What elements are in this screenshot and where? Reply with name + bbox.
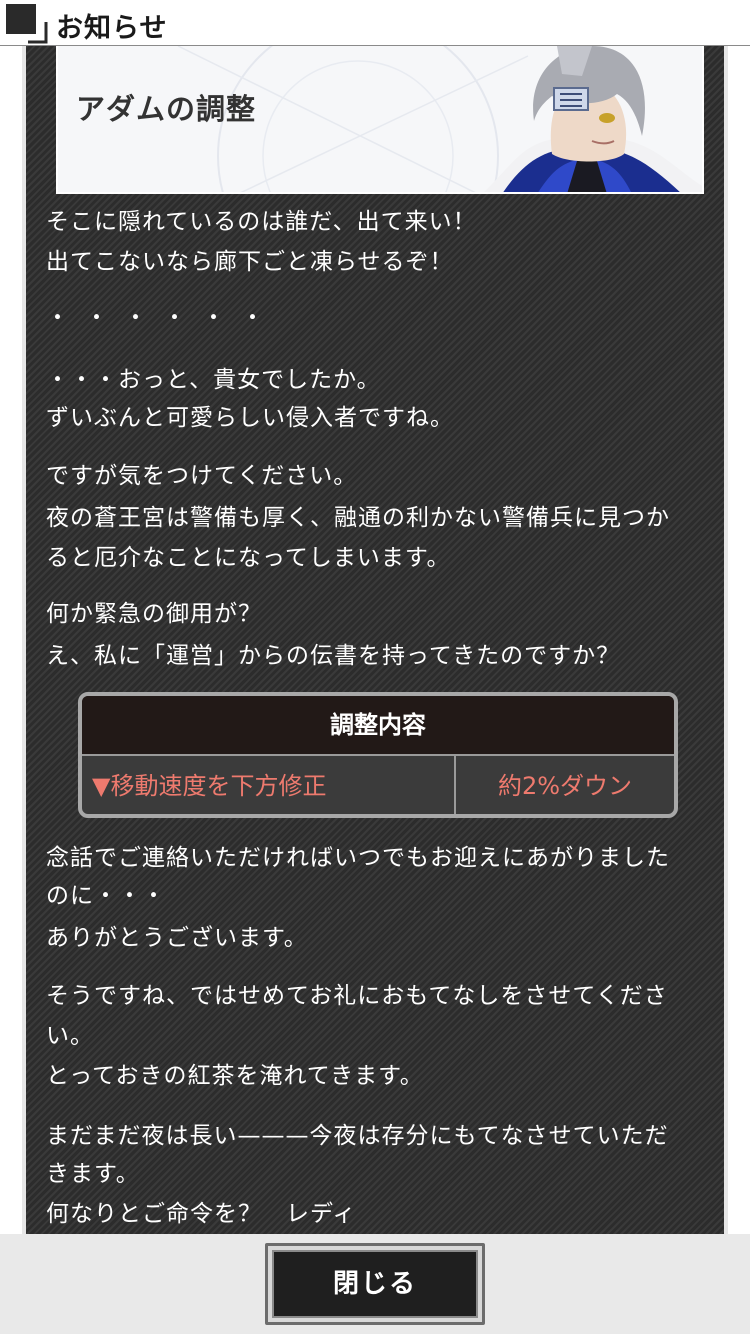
message-line: い。 xyxy=(46,1023,94,1049)
message-line: ・・・おっと、貴女でしたか。 xyxy=(46,367,381,393)
adjustment-table-header: 調整内容 xyxy=(82,696,674,756)
message-line: ると厄介なことになってしまいます。 xyxy=(46,545,451,571)
message-line: きます。 xyxy=(46,1161,140,1187)
message-line: そうですね、ではせめてお礼におもてなしをさせてくださ xyxy=(46,983,668,1009)
adjustment-value: 約2%ダウン xyxy=(497,772,633,800)
message-line: ありがとうございます。 xyxy=(46,925,308,951)
header-bar: お知らせ xyxy=(0,0,750,46)
footer-bar: 閉じる xyxy=(0,1234,750,1334)
message-line: とっておきの紅茶を淹れてきます。 xyxy=(46,1063,424,1089)
table-row: ▼移動速度を下方修正 約2%ダウン xyxy=(82,756,674,814)
message-line: ずいぶんと可愛らしい侵入者ですね。 xyxy=(46,405,454,431)
message-line: ですが気をつけてください。 xyxy=(46,463,358,489)
page-title: お知らせ xyxy=(56,13,168,44)
adjustment-item: ▼移動速度を下方修正 xyxy=(82,756,456,814)
message-line: 何なりとご命令を？ レディ xyxy=(46,1201,357,1227)
message-line: のに・・・ xyxy=(46,883,166,909)
notice-icon xyxy=(6,4,48,44)
message-line: 何か緊急の御用が？ xyxy=(46,601,262,627)
character-portrait xyxy=(484,46,702,192)
message-line: ・・・・・・ xyxy=(46,305,280,331)
message-line: まだまだ夜は長い———今夜は存分にもてなさせていただ xyxy=(46,1123,669,1149)
notice-banner: アダムの調整 xyxy=(56,46,704,194)
adjustment-table: 調整内容 ▼移動速度を下方修正 約2%ダウン xyxy=(78,692,678,818)
notice-content-panel[interactable]: アダムの調整 そこに隠れているのは誰だ、出て来い！ 出てこないなら廊下ごと凍らせ… xyxy=(22,46,728,1234)
close-button[interactable]: 閉じる xyxy=(265,1243,485,1325)
message-line: 念話でご連絡いただければいつでもお迎えにあがりました xyxy=(46,845,670,871)
message-line: え、私に「運営」からの伝書を持ってきたのですか？ xyxy=(46,643,621,669)
banner-title: アダムの調整 xyxy=(76,92,257,126)
close-button-label: 閉じる xyxy=(272,1250,478,1318)
message-line: そこに隠れているのは誰だ、出て来い！ xyxy=(46,209,477,235)
message-line: 夜の蒼王宮は警備も厚く、融通の利かない警備兵に見つか xyxy=(46,505,670,531)
message-line: 出てこないなら廊下ごと凍らせるぞ！ xyxy=(46,249,454,275)
